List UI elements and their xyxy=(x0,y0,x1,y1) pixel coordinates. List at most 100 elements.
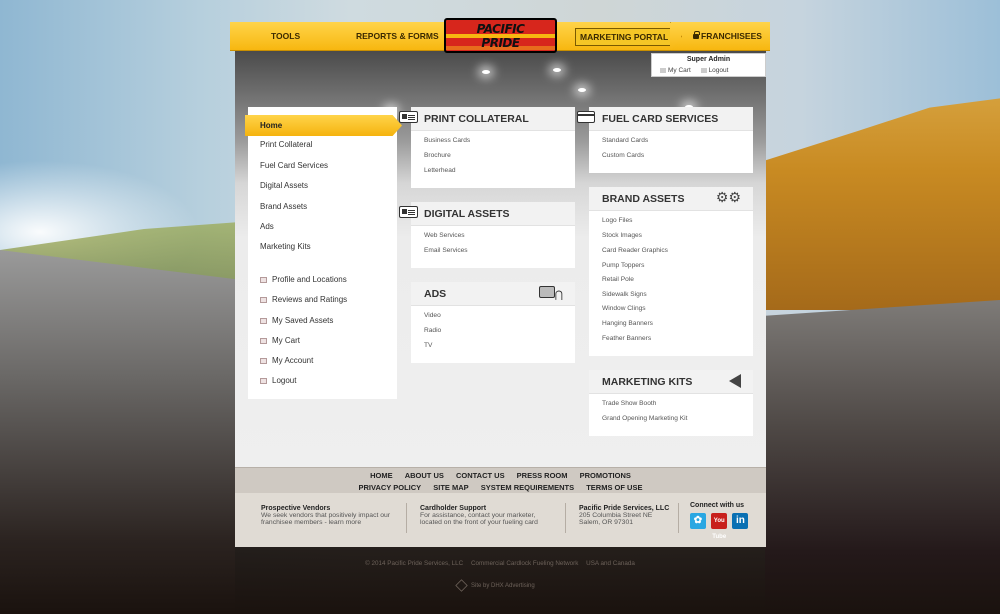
link-business-cards[interactable]: Business Cards xyxy=(424,137,470,144)
footer-support-title: Cardholder Support xyxy=(420,505,487,512)
link-tv[interactable]: TV xyxy=(424,342,432,349)
copyright-text: © 2014 Pacific Pride Services, LLC xyxy=(365,560,464,567)
sidebar-item-marketing-kits[interactable]: Marketing Kits xyxy=(260,242,311,251)
link-stock-images[interactable]: Stock Images xyxy=(602,232,642,239)
card-title: PRINT COLLATERAL xyxy=(424,113,529,125)
link-email-services[interactable]: Email Services xyxy=(424,247,468,254)
megaphone-shape xyxy=(729,374,741,388)
footer-link-system-requirements[interactable]: SYSTEM REQUIREMENTS xyxy=(481,483,574,492)
footer-separator xyxy=(678,503,679,533)
footer-separator xyxy=(406,503,407,533)
link-logo-files[interactable]: Logo Files xyxy=(602,217,632,224)
footer-social-title: Connect with us xyxy=(690,502,744,509)
sidebar-item-ads[interactable]: Ads xyxy=(260,222,274,231)
nav-arrow-divider xyxy=(670,22,682,51)
linkedin-icon[interactable]: in xyxy=(732,513,749,529)
link-sidewalk-signs[interactable]: Sidewalk Signs xyxy=(602,291,647,298)
footer-link-promotions[interactable]: PROMOTIONS xyxy=(580,471,631,480)
my-cart-label: My Cart xyxy=(668,67,691,74)
card-header: DIGITAL ASSETS xyxy=(399,202,575,226)
nav-reports-forms[interactable]: REPORTS & FORMS xyxy=(356,31,439,41)
footer-nav: HOME ABOUT US CONTACT US PRESS ROOM PROM… xyxy=(235,467,766,493)
twitter-icon[interactable]: ✿ xyxy=(690,513,706,529)
social-links: ✿ You Tube in xyxy=(690,513,751,540)
cart-icon xyxy=(260,337,267,344)
link-hanging-banners[interactable]: Hanging Banners xyxy=(602,320,653,327)
sidebar-item-home[interactable]: Home xyxy=(245,115,402,136)
link-trade-show-booth[interactable]: Trade Show Booth xyxy=(602,400,656,407)
sidebar-item-my-account[interactable]: My Account xyxy=(260,356,313,365)
link-feather-banners[interactable]: Feather Banners xyxy=(602,335,651,342)
link-card-reader-graphics[interactable]: Card Reader Graphics xyxy=(602,247,668,254)
footer-link-terms[interactable]: TERMS OF USE xyxy=(586,483,642,492)
footer-link-privacy[interactable]: PRIVACY POLICY xyxy=(359,483,422,492)
link-brochure[interactable]: Brochure xyxy=(424,152,451,159)
card-title: MARKETING KITS xyxy=(602,376,693,388)
logout-link[interactable]: Logout xyxy=(700,67,733,74)
copyright-region: USA and Canada xyxy=(586,560,635,567)
sidebar-logout-label: Logout xyxy=(272,376,297,385)
sidebar-item-digital-assets[interactable]: Digital Assets xyxy=(260,181,308,190)
footer-vendors-title: Prospective Vendors xyxy=(261,505,331,512)
sidebar-cart-label: My Cart xyxy=(272,336,300,345)
sidebar-profile-label: Profile and Locations xyxy=(272,275,347,284)
link-retail-pole[interactable]: Retail Pole xyxy=(602,276,634,283)
link-standard-cards[interactable]: Standard Cards xyxy=(602,137,648,144)
footer-support-line2: located on the front of your fueling car… xyxy=(420,519,538,526)
link-web-services[interactable]: Web Services xyxy=(424,232,465,239)
link-window-clings[interactable]: Window Clings xyxy=(602,305,646,312)
sidebar-item-profile-locations[interactable]: Profile and Locations xyxy=(260,275,347,284)
social-title: Connect with us xyxy=(690,502,745,509)
card-ads: ADS ⋂ Video Radio TV xyxy=(411,282,575,363)
tv-antenna-icon: ⋂ xyxy=(538,286,563,301)
youtube-icon[interactable]: You Tube xyxy=(711,513,728,540)
footer-link-home[interactable]: HOME xyxy=(370,471,393,480)
card-header: MARKETING KITS xyxy=(589,370,753,394)
card-digital-assets: DIGITAL ASSETS Web Services Email Servic… xyxy=(399,202,575,268)
card-print-collateral: PRINT COLLATERAL Business Cards Brochure… xyxy=(399,107,575,188)
footer-nav-row-1: HOME ABOUT US CONTACT US PRESS ROOM PROM… xyxy=(235,471,766,480)
footer-support[interactable]: Cardholder Support For assistance, conta… xyxy=(420,505,538,526)
dhx-logo-icon xyxy=(455,579,468,592)
footer-support-line1: For assistance, contact your marketer, xyxy=(420,512,536,519)
nav-tools[interactable]: TOOLS xyxy=(271,31,300,41)
link-video[interactable]: Video xyxy=(424,312,441,319)
card-header: FUEL CARD SERVICES xyxy=(577,107,753,131)
nav-franchisees[interactable]: FRANCHISEES xyxy=(693,31,762,41)
site-credit[interactable]: Site by DHX Advertising xyxy=(455,579,535,592)
logout-icon xyxy=(700,67,707,73)
footer-vendors[interactable]: Prospective Vendors We seek vendors that… xyxy=(261,505,390,526)
background-field-right xyxy=(765,98,1000,310)
user-name: Super Admin xyxy=(686,56,731,63)
logout-icon xyxy=(260,377,267,384)
pacific-pride-logo[interactable]: PACIFIC PRIDE xyxy=(444,18,557,53)
sidebar-item-brand-assets[interactable]: Brand Assets xyxy=(260,202,307,211)
nav-marketing-portal[interactable]: MARKETING PORTAL xyxy=(575,28,674,46)
copyright-bar: © 2014 Pacific Pride Services, LLC Comme… xyxy=(0,560,1000,567)
link-letterhead[interactable]: Letterhead xyxy=(424,167,456,174)
sidebar-item-reviews-ratings[interactable]: Reviews and Ratings xyxy=(260,295,347,304)
footer-link-sitemap[interactable]: SITE MAP xyxy=(433,483,468,492)
lock-icon xyxy=(693,31,700,39)
card-title: ADS xyxy=(424,288,447,300)
footer-link-about[interactable]: ABOUT US xyxy=(405,471,444,480)
footer-link-press[interactable]: PRESS ROOM xyxy=(517,471,568,480)
sidebar-item-fuel-card-services[interactable]: Fuel Card Services xyxy=(260,161,328,170)
link-grand-opening-kit[interactable]: Grand Opening Marketing Kit xyxy=(602,415,687,422)
copyright-network: Commercial Cardlock Fueling Network xyxy=(470,560,579,567)
my-cart-link[interactable]: My Cart xyxy=(660,67,695,74)
link-custom-cards[interactable]: Custom Cards xyxy=(602,152,644,159)
link-radio[interactable]: Radio xyxy=(424,327,441,334)
footer-nav-row-2: PRIVACY POLICY SITE MAP SYSTEM REQUIREME… xyxy=(235,483,766,492)
sidebar-item-saved-assets[interactable]: My Saved Assets xyxy=(260,316,333,325)
link-pump-toppers[interactable]: Pump Toppers xyxy=(602,262,644,269)
footer-separator xyxy=(565,503,566,533)
account-icon xyxy=(260,357,267,364)
reviews-icon xyxy=(260,296,267,303)
sidebar-item-print-collateral[interactable]: Print Collateral xyxy=(260,140,312,149)
sidebar-item-my-cart[interactable]: My Cart xyxy=(260,336,300,345)
footer-company-line2: Salem, OR 97301 xyxy=(579,519,634,526)
sidebar-item-logout[interactable]: Logout xyxy=(260,376,296,385)
user-links: My Cart Logout xyxy=(660,67,736,74)
footer-link-contact[interactable]: CONTACT US xyxy=(456,471,505,480)
